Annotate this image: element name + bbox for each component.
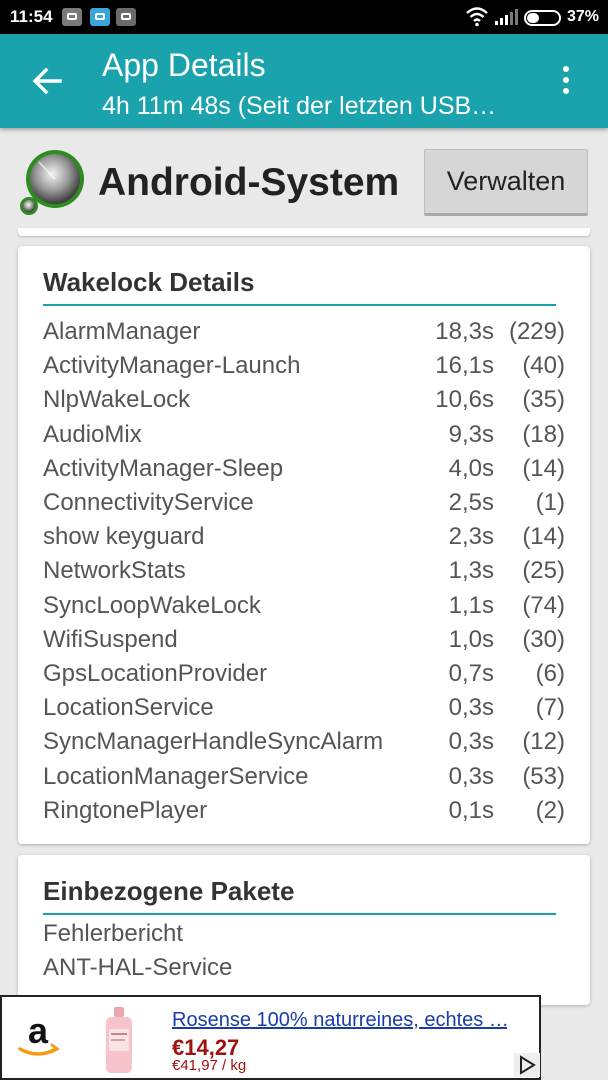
wakelock-count: (1) xyxy=(535,489,565,516)
wakelock-count: (6) xyxy=(535,660,565,687)
wakelock-count: (14) xyxy=(522,454,565,482)
wakelock-count: (35) xyxy=(522,386,565,414)
wakelock-row: AlarmManager 18,3s (229) xyxy=(43,318,565,352)
wakelock-row: ActivityManager-Launch 16,1s (40) xyxy=(43,352,565,386)
wakelock-row: RingtonePlayer 0,1s (2) xyxy=(43,796,565,831)
toolbar-title: App Details xyxy=(102,47,266,83)
wakelock-time: 0,7s xyxy=(448,660,494,687)
wakelock-count: (18) xyxy=(522,420,565,448)
wakelock-name: SyncLoopWakeLock xyxy=(43,591,261,619)
toolbar-subtitle[interactable]: 4h 11m 48s (Seit der letzten USB… xyxy=(102,92,532,121)
robot-notification-icon xyxy=(116,8,136,26)
status-time: 11:54 xyxy=(10,7,53,26)
wakelock-row: NlpWakeLock 10,6s (35) xyxy=(43,386,565,420)
wakelock-time: 0,3s xyxy=(448,762,494,790)
wakelock-row: ActivityManager-Sleep 4,0s (14) xyxy=(43,454,565,489)
wakelock-row: show keyguard 2,3s (14) xyxy=(43,523,565,557)
svg-text:a: a xyxy=(28,1011,49,1051)
wakelock-count: (229) xyxy=(508,318,565,345)
wakelock-name: LocationService xyxy=(43,694,214,722)
wakelock-name: SyncManagerHandleSyncAlarm xyxy=(43,728,384,756)
status-bar: 11:54 37% xyxy=(0,0,608,34)
wakelock-row: AudioMix 9,3s (18) xyxy=(43,420,565,455)
wakelock-name: WifiSuspend xyxy=(43,625,178,653)
wakelock-name: LocationManagerService xyxy=(43,762,309,790)
wakelock-count: (14) xyxy=(522,523,565,551)
wakelock-time: 2,3s xyxy=(448,523,494,551)
wakelock-time: 18,3s xyxy=(435,318,494,345)
wakelock-row: WifiSuspend 1,0s (30) xyxy=(43,625,565,660)
ad-choices-icon[interactable] xyxy=(514,1053,540,1077)
wakelock-card: Wakelock Details AlarmManager 18,3s (229) A… xyxy=(18,246,590,844)
wakelock-row: GpsLocationProvider 0,7s (6) xyxy=(43,660,565,694)
wakelock-name: NlpWakeLock xyxy=(43,386,191,414)
signal-icon xyxy=(495,9,518,25)
wakelock-time: 1,1s xyxy=(448,591,494,619)
wakelock-row: NetworkStats 1,3s (25) xyxy=(43,557,565,591)
wakelock-name: NetworkStats xyxy=(43,557,186,585)
wakelock-time: 1,0s xyxy=(448,625,494,653)
wakelock-row: SyncLoopWakeLock 1,1s (74) xyxy=(43,591,565,626)
app-toolbar: App Details 4h 11m 48s (Seit der letzten… xyxy=(0,34,608,128)
wakelock-name: GpsLocationProvider xyxy=(43,660,268,687)
wakelock-name: AudioMix xyxy=(43,420,142,448)
wakelock-time: 0,1s xyxy=(448,796,494,824)
android-system-app-icon xyxy=(20,150,84,215)
wakelock-row: ConnectivityService 2,5s (1) xyxy=(43,489,565,523)
wifi-icon xyxy=(466,7,488,27)
product-bottle-image xyxy=(106,1007,132,1073)
amazon-logo-icon: a xyxy=(18,1011,60,1056)
wakelock-name: show keyguard xyxy=(43,523,205,551)
battery-icon xyxy=(524,10,561,26)
wakelock-time: 0,3s xyxy=(448,728,494,756)
wakelock-time: 4,0s xyxy=(448,454,494,482)
wakelock-count: (2) xyxy=(535,796,565,824)
ad-banner[interactable]: a Rosense 100% naturreines, echtes … €14… xyxy=(0,995,541,1080)
package-item: ANT-HAL-Service xyxy=(43,954,233,981)
package-item: Fehlerbericht xyxy=(43,920,184,947)
wakelock-time: 9,3s xyxy=(448,420,494,448)
wakelock-time: 10,6s xyxy=(435,386,494,414)
battery-level xyxy=(527,13,540,23)
wakelock-count: (7) xyxy=(535,694,565,722)
wakelock-row: SyncManagerHandleSyncAlarm 0,3s (12) xyxy=(43,728,565,762)
battery-percent: 37% xyxy=(567,8,600,25)
wakelock-time: 2,5s xyxy=(448,489,494,516)
packages-card: Einbezogene Pakete Fehlerbericht ANT-HAL… xyxy=(18,855,590,1005)
app-notification-icon xyxy=(90,8,110,26)
wakelock-time: 0,3s xyxy=(448,694,494,722)
wakelock-title-rule xyxy=(43,304,556,306)
wakelock-name: AlarmManager xyxy=(43,318,201,345)
wakelock-count: (53) xyxy=(522,762,565,790)
collapsed-card xyxy=(18,228,590,236)
app-name: Android-System xyxy=(98,161,400,204)
wakelock-row: LocationService 0,3s (7) xyxy=(43,694,565,728)
more-vert-icon[interactable] xyxy=(556,64,576,100)
wakelock-name: ActivityManager-Sleep xyxy=(43,454,284,482)
packages-title: Einbezogene Pakete xyxy=(43,876,295,906)
wakelock-time: 16,1s xyxy=(435,352,494,380)
wakelock-name: ConnectivityService xyxy=(43,489,254,516)
wakelock-count: (40) xyxy=(522,352,565,380)
wakelock-count: (12) xyxy=(522,728,565,756)
notification-icon xyxy=(62,8,82,26)
wakelock-time: 1,3s xyxy=(448,557,494,585)
ad-title-link[interactable]: Rosense 100% naturreines, echtes … xyxy=(172,1009,507,1032)
wakelock-count: (30) xyxy=(522,625,565,653)
wakelock-count: (74) xyxy=(522,591,565,619)
manage-button[interactable]: Verwalten xyxy=(424,149,588,216)
packages-title-rule xyxy=(43,913,556,915)
wakelock-name: RingtonePlayer xyxy=(43,796,208,824)
wakelock-name: ActivityManager-Launch xyxy=(43,352,301,380)
ad-unit-price: €41,97 / kg xyxy=(172,1057,247,1074)
back-arrow-icon[interactable] xyxy=(30,64,64,98)
wakelock-row: LocationManagerService 0,3s (53) xyxy=(43,762,565,797)
wakelock-title: Wakelock Details xyxy=(43,267,255,297)
wakelock-count: (25) xyxy=(522,557,565,585)
